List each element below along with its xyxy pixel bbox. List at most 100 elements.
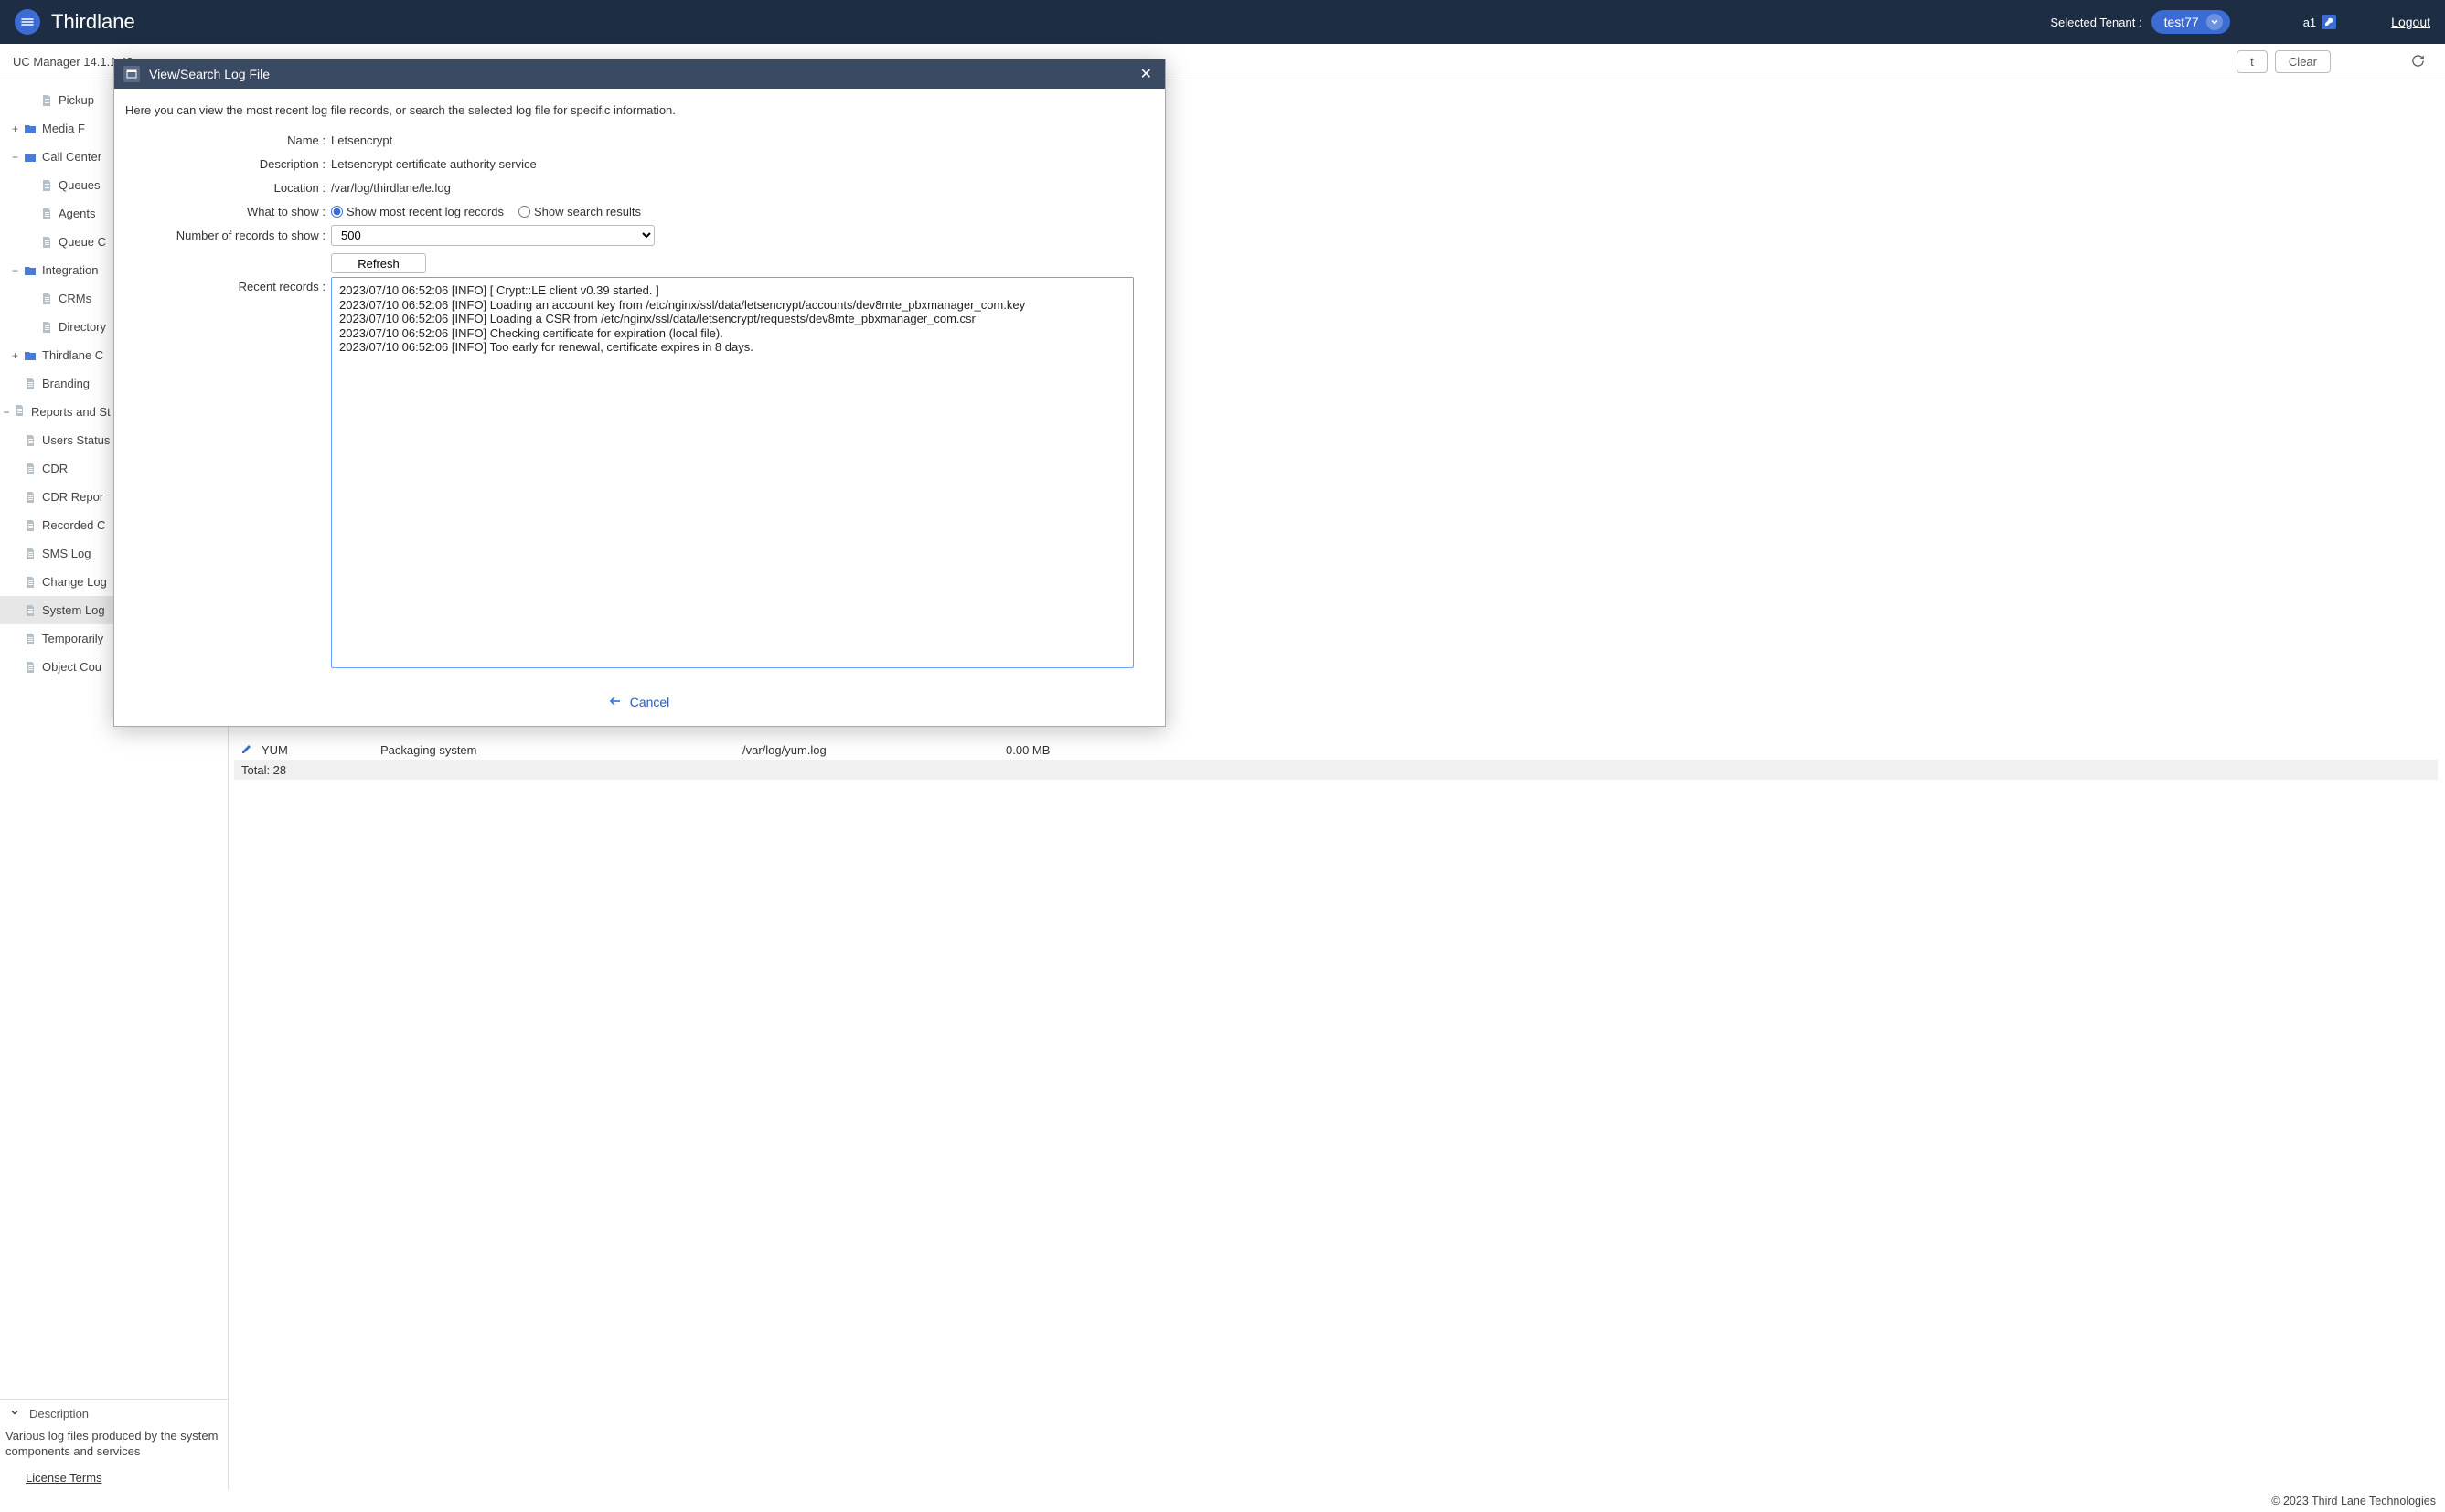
page-icon	[24, 490, 37, 505]
sidebar-item-label: Integration	[42, 263, 98, 277]
sidebar-item-label: Call Center	[42, 150, 101, 164]
num-records-select[interactable]: 500	[331, 225, 655, 246]
table-total-row: Total: 28	[234, 760, 2438, 780]
page-icon	[24, 518, 37, 533]
sidebar-item-label: CDR Repor	[42, 490, 103, 504]
description-label: Description :	[125, 157, 331, 171]
logo-icon	[15, 9, 40, 35]
name-label: Name :	[125, 133, 331, 147]
modal-header: View/Search Log File ✕	[114, 59, 1165, 89]
reset-button[interactable]: t	[2237, 50, 2268, 73]
page-icon	[24, 462, 37, 476]
modal-title: View/Search Log File	[149, 67, 1137, 81]
section-icon	[13, 404, 31, 420]
page-icon	[40, 93, 53, 108]
modal-intro: Here you can view the most recent log fi…	[125, 103, 1154, 117]
sidebar-item-label: SMS Log	[42, 547, 91, 560]
sidebar-item-label: Users Status	[42, 433, 110, 447]
total-text: Total: 28	[241, 763, 286, 777]
folder-icon	[24, 263, 37, 278]
row-name: YUM	[262, 743, 380, 757]
close-icon[interactable]: ✕	[1137, 65, 1156, 83]
folder-icon	[24, 150, 37, 165]
row-size: 0.00 MB	[1006, 743, 1050, 757]
sidebar-item-label: Change Log	[42, 575, 107, 589]
page-icon	[24, 603, 37, 618]
sidebar-item-label: Object Cou	[42, 660, 101, 674]
clear-button[interactable]: Clear	[2275, 50, 2331, 73]
log-view-modal: View/Search Log File ✕ Here you can view…	[113, 59, 1166, 727]
page-icon	[40, 292, 53, 306]
description-panel: Description Various log files produced b…	[0, 1399, 228, 1490]
username: a1	[2303, 16, 2316, 29]
refresh-button[interactable]: Refresh	[331, 253, 426, 273]
copyright: © 2023 Third Lane Technologies	[2271, 1495, 2436, 1507]
edit-icon[interactable]	[241, 743, 252, 757]
folder-icon	[24, 348, 37, 363]
page-icon	[40, 178, 53, 193]
sidebar-item-label: Agents	[59, 207, 95, 220]
row-desc: Packaging system	[380, 743, 742, 757]
tenant-label: Selected Tenant :	[2050, 16, 2141, 29]
user-area: a1	[2303, 15, 2336, 29]
table-row[interactable]: YUM Packaging system /var/log/yum.log 0.…	[234, 740, 2438, 760]
log-textarea[interactable]	[331, 277, 1134, 668]
sidebar-item-label: Directory	[59, 320, 106, 334]
sidebar-item-label: CRMs	[59, 292, 91, 305]
logout-link[interactable]: Logout	[2391, 15, 2430, 29]
app-header: Thirdlane Selected Tenant : test77 a1 Lo…	[0, 0, 2445, 44]
description-text: Various log files produced by the system…	[0, 1428, 228, 1467]
window-icon	[123, 66, 140, 82]
footer: © 2023 Third Lane Technologies	[0, 1490, 2445, 1512]
chevron-down-icon[interactable]	[9, 1407, 20, 1421]
num-records-label: Number of records to show :	[125, 229, 331, 242]
sidebar-item-label: Reports and St	[31, 405, 111, 419]
sidebar-item-label: Media F	[42, 122, 85, 135]
sidebar-item-label: Queue C	[59, 235, 106, 249]
sidebar-item-label: CDR	[42, 462, 68, 475]
sidebar-item-label: Branding	[42, 377, 90, 390]
radio-search-input[interactable]	[518, 206, 530, 218]
description-value: Letsencrypt certificate authority servic…	[331, 157, 537, 171]
tree-expander[interactable]: −	[0, 406, 13, 419]
brand-name: Thirdlane	[51, 10, 135, 34]
row-path: /var/log/yum.log	[742, 743, 1006, 757]
sidebar-item-label: Pickup	[59, 93, 94, 107]
tenant-selector[interactable]: test77	[2151, 10, 2230, 34]
page-icon	[24, 632, 37, 646]
radio-recent[interactable]: Show most recent log records	[331, 205, 504, 218]
wrench-icon[interactable]	[2322, 15, 2336, 29]
page-icon	[40, 235, 53, 250]
radio-search[interactable]: Show search results	[518, 205, 641, 218]
tree-expander[interactable]: +	[0, 349, 24, 362]
page-icon	[24, 660, 37, 675]
tree-expander[interactable]: −	[0, 151, 24, 164]
location-value: /var/log/thirdlane/le.log	[331, 181, 451, 195]
folder-icon	[24, 122, 37, 136]
radio-recent-input[interactable]	[331, 206, 343, 218]
page-icon	[24, 433, 37, 448]
page-icon	[40, 320, 53, 335]
cancel-button[interactable]: Cancel	[610, 695, 670, 709]
reload-icon[interactable]	[2411, 54, 2425, 70]
page-icon	[24, 547, 37, 561]
undo-icon	[610, 695, 625, 709]
sidebar-item-label: Thirdlane C	[42, 348, 103, 362]
tree-expander[interactable]: +	[0, 122, 24, 135]
page-icon	[24, 377, 37, 391]
sidebar-item-label: System Log	[42, 603, 105, 617]
recent-records-label: Recent records :	[125, 277, 331, 293]
name-value: Letsencrypt	[331, 133, 392, 147]
chevron-down-icon	[2206, 14, 2223, 30]
sidebar-item-label: Queues	[59, 178, 101, 192]
description-heading: Description	[29, 1407, 89, 1421]
license-link[interactable]: License Terms	[26, 1471, 102, 1485]
location-label: Location :	[125, 181, 331, 195]
page-icon	[40, 207, 53, 221]
tree-expander[interactable]: −	[0, 264, 24, 277]
sidebar-item-label: Temporarily	[42, 632, 103, 645]
what-to-show-label: What to show :	[125, 205, 331, 218]
tenant-value: test77	[2164, 15, 2199, 29]
page-icon	[24, 575, 37, 590]
sidebar-item-label: Recorded C	[42, 518, 105, 532]
